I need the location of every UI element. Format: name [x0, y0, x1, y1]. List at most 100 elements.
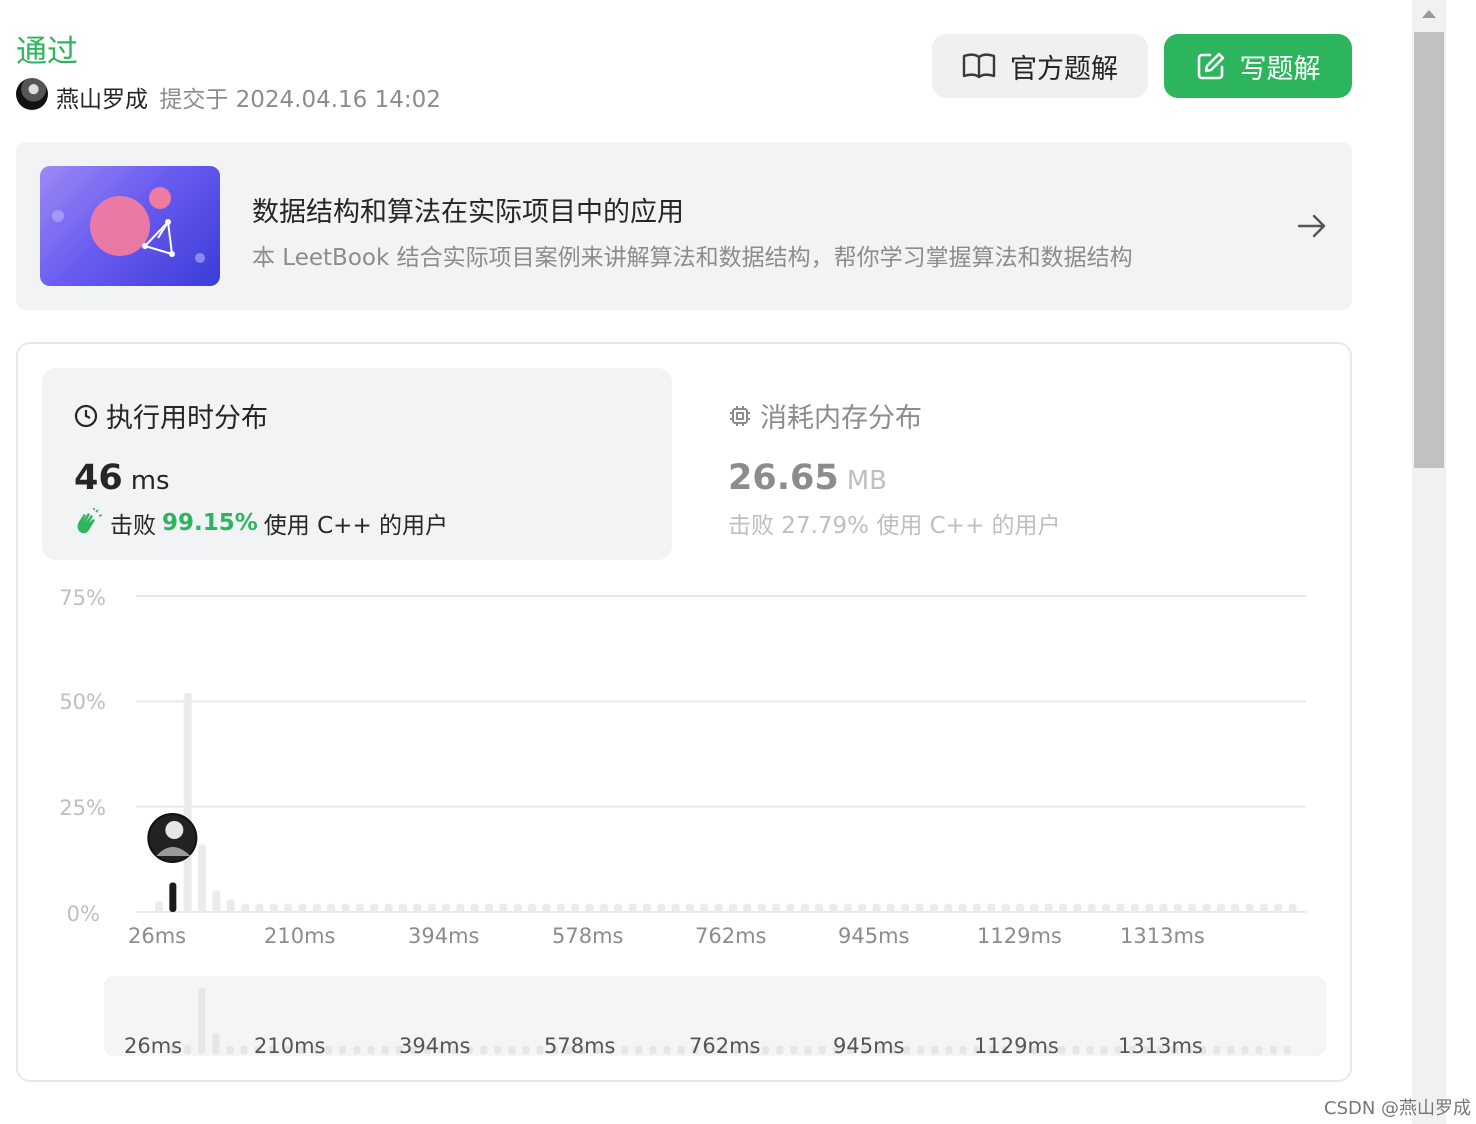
chart-bar: [729, 903, 737, 912]
navigator-bar: [804, 1046, 812, 1054]
chart-bar: [384, 903, 393, 912]
chart-bar: [1130, 903, 1139, 912]
navigator-tick-label: 26ms: [124, 1034, 183, 1058]
chart-bar: [1202, 903, 1211, 912]
navigator-bar: [959, 1046, 967, 1054]
chart-bar: [355, 903, 364, 912]
navigator-tick-label: 210ms: [254, 1034, 326, 1058]
chart-bar: [212, 890, 221, 912]
chart-bar: [284, 903, 293, 912]
navigator-bar: [367, 1046, 375, 1054]
x-tick-label: 210ms: [264, 924, 336, 948]
navigator-bar: [1269, 1046, 1277, 1054]
chart-bar: [843, 903, 852, 912]
navigator-bar: [776, 1046, 784, 1054]
chart-bar: [1145, 903, 1154, 912]
chart-bar: [1288, 903, 1297, 912]
chart-bar: [958, 903, 967, 912]
chart-bar: [312, 903, 321, 912]
chart-bar: [886, 903, 895, 912]
runtime-chart: [104, 595, 1326, 1056]
chart-bar: [642, 903, 651, 912]
chart-bar: [269, 903, 278, 912]
chart-bar: [398, 903, 407, 912]
chart-bar: [327, 903, 336, 912]
x-tick-label: 945ms: [838, 924, 910, 948]
chart-bar: [915, 903, 924, 912]
chart-bar: [714, 903, 723, 912]
navigator-bar: [212, 1033, 220, 1054]
navigator-bar: [1058, 1046, 1066, 1054]
chart-bar: [226, 899, 235, 912]
chart-bar: [944, 903, 953, 912]
chart-bar: [1087, 903, 1096, 912]
navigator-bar: [339, 1046, 347, 1054]
navigator-tick-label: 394ms: [399, 1034, 471, 1058]
chart-bar: [585, 903, 594, 912]
highlight-bar: [169, 882, 177, 912]
chart-bar: [987, 903, 996, 912]
navigator-tick-label: 762ms: [689, 1034, 761, 1058]
chart-bar: [485, 903, 494, 912]
navigator-bar: [1086, 1046, 1094, 1054]
chart-bar: [872, 903, 881, 912]
chart-bar: [1245, 903, 1254, 912]
chart-bar: [370, 903, 379, 912]
navigator-bar: [494, 1046, 502, 1054]
x-tick-label: 394ms: [408, 924, 480, 948]
chart-bar: [1044, 903, 1053, 912]
x-tick-label: 1129ms: [977, 924, 1062, 948]
navigator-bar: [536, 1046, 544, 1054]
chart-bar: [1159, 903, 1168, 912]
chart-bar: [198, 844, 207, 912]
avatar-marker-face: [165, 821, 184, 839]
navigator-tick-label: 1313ms: [1118, 1034, 1203, 1058]
x-tick-label: 762ms: [695, 924, 767, 948]
scroll-up-arrow-icon[interactable]: [1420, 8, 1438, 20]
chart-bar: [571, 903, 580, 912]
navigator-bar: [522, 1046, 530, 1054]
chart-bar: [470, 903, 479, 912]
chart-bar: [155, 901, 163, 912]
chart-bar: [757, 903, 766, 912]
chart-bar: [901, 903, 910, 912]
navigator-bar: [649, 1046, 657, 1054]
chart-bar: [1188, 903, 1197, 912]
navigator-bar: [226, 1046, 234, 1054]
chart-bar: [1030, 903, 1039, 912]
chart-bar: [657, 903, 666, 912]
chart-bar: [1102, 903, 1111, 912]
chart-bar: [685, 903, 694, 912]
navigator-tick-label: 578ms: [544, 1034, 616, 1058]
chart-bar: [671, 903, 680, 912]
chart-bar: [700, 903, 709, 912]
navigator-bar: [353, 1046, 361, 1054]
navigator-tick-label: 1129ms: [974, 1034, 1059, 1058]
navigator-bar: [240, 1046, 248, 1054]
chart-bar: [298, 903, 307, 912]
chart-bar: [1116, 903, 1125, 912]
navigator-bar: [917, 1046, 925, 1054]
navigator-bar: [184, 1045, 192, 1054]
chart-bar: [628, 903, 637, 912]
chart-bar: [556, 903, 565, 912]
watermark: CSDN @燕山罗成: [1324, 1098, 1472, 1119]
navigator-bar: [1241, 1046, 1249, 1054]
chart-bar: [1231, 903, 1240, 912]
chart-bar: [528, 903, 537, 912]
navigator-bar: [508, 1046, 516, 1054]
chart-bar: [183, 692, 192, 912]
chart-bar: [815, 903, 824, 912]
navigator-bar: [325, 1046, 333, 1054]
navigator-bar: [1283, 1046, 1291, 1054]
chart-bar: [929, 903, 938, 912]
scrollbar-thumb[interactable]: [1414, 32, 1444, 468]
chart-bar: [1073, 903, 1082, 912]
chart-bar: [513, 903, 522, 912]
chart-bar: [972, 903, 981, 912]
x-tick-label: 1313ms: [1120, 924, 1205, 948]
navigator-bar: [621, 1046, 629, 1054]
navigator-bar: [381, 1046, 389, 1054]
chart-bar: [499, 903, 508, 912]
navigator-bar: [1213, 1046, 1221, 1054]
